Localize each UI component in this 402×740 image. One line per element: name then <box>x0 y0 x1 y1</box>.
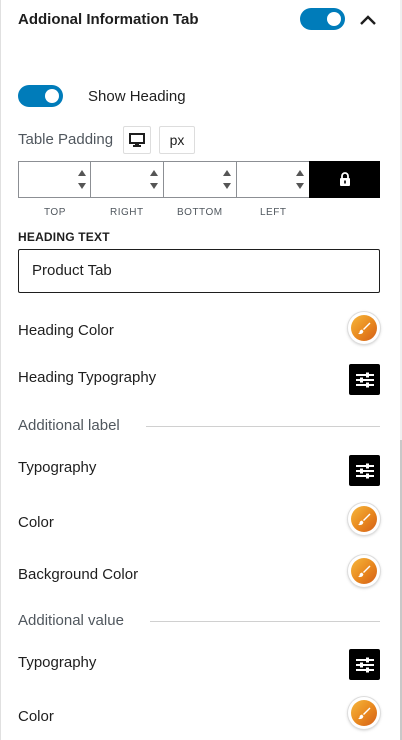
panel-enable-toggle[interactable] <box>300 8 345 30</box>
padding-left-input[interactable] <box>237 162 293 195</box>
table-padding-label: Table Padding <box>18 131 114 148</box>
heading-typography-label: Heading Typography <box>18 369 157 386</box>
color-swatch <box>351 700 377 726</box>
label-typography-button[interactable] <box>349 455 380 486</box>
heading-typography-button[interactable] <box>349 364 380 395</box>
label-color-label: Color <box>18 514 54 531</box>
value-color-picker[interactable] <box>348 697 380 729</box>
padding-top-label: TOP <box>44 207 66 218</box>
additional-value-heading: Additional value <box>18 612 124 629</box>
unit-selector[interactable]: px <box>159 126 195 154</box>
show-heading-toggle[interactable] <box>18 85 63 107</box>
padding-right-field[interactable] <box>90 161 164 198</box>
heading-color-label: Heading Color <box>18 322 114 339</box>
padding-top-input[interactable] <box>19 162 75 195</box>
section-divider <box>146 426 380 427</box>
heading-color-picker[interactable] <box>348 312 380 344</box>
color-swatch <box>351 315 377 341</box>
padding-left-label: LEFT <box>260 207 287 218</box>
paint-brush-icon <box>358 513 371 526</box>
label-typography-label: Typography <box>18 459 97 476</box>
spinner-arrows-icon[interactable] <box>77 166 87 193</box>
show-heading-label: Show Heading <box>88 88 186 105</box>
toggle-knob <box>327 12 341 26</box>
desktop-icon <box>129 133 145 147</box>
device-switch-button[interactable] <box>123 126 151 154</box>
color-swatch <box>351 506 377 532</box>
sliders-icon <box>355 463 374 478</box>
padding-bottom-input[interactable] <box>164 162 220 195</box>
panel-left-border <box>0 0 1 740</box>
panel-header[interactable]: Addional Information Tab <box>0 0 400 40</box>
paint-brush-icon <box>358 707 371 720</box>
label-background-color-label: Background Color <box>18 566 139 583</box>
padding-left-field[interactable] <box>236 161 310 198</box>
padding-top-field[interactable] <box>18 161 92 198</box>
spinner-arrows-icon[interactable] <box>149 166 159 193</box>
chevron-up-icon[interactable] <box>357 9 379 31</box>
label-background-color-picker[interactable] <box>348 555 380 587</box>
lock-icon <box>339 172 350 186</box>
additional-label-heading: Additional label <box>18 417 120 434</box>
color-swatch <box>351 558 377 584</box>
padding-dimension-control <box>18 161 380 198</box>
value-typography-label: Typography <box>18 654 97 671</box>
section-divider <box>150 621 380 622</box>
panel-title: Addional Information Tab <box>18 11 199 28</box>
padding-bottom-label: BOTTOM <box>177 207 223 218</box>
link-values-button[interactable] <box>309 161 380 198</box>
heading-text-field[interactable] <box>18 249 380 293</box>
value-color-label: Color <box>18 708 54 725</box>
spinner-arrows-icon[interactable] <box>295 166 305 193</box>
sliders-icon <box>355 657 374 672</box>
padding-bottom-field[interactable] <box>163 161 237 198</box>
sliders-icon <box>355 372 374 387</box>
label-color-picker[interactable] <box>348 503 380 535</box>
spinner-arrows-icon[interactable] <box>222 166 232 193</box>
heading-text-caption: HEADING TEXT <box>18 230 110 244</box>
value-typography-button[interactable] <box>349 649 380 680</box>
padding-right-input[interactable] <box>91 162 147 195</box>
padding-right-label: RIGHT <box>110 207 144 218</box>
paint-brush-icon <box>358 322 371 335</box>
toggle-knob <box>45 89 59 103</box>
heading-text-input[interactable] <box>19 250 362 290</box>
paint-brush-icon <box>358 565 371 578</box>
